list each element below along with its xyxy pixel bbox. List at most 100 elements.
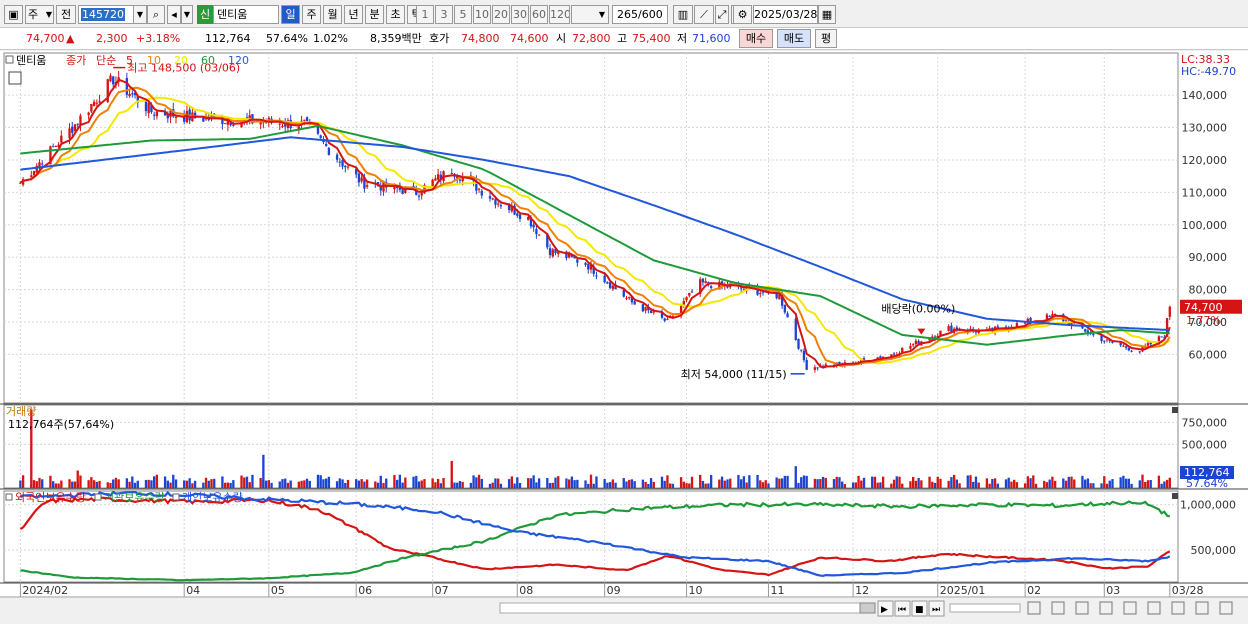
volume-bar [862, 477, 866, 488]
indicator-icon[interactable]: ⟋ [694, 5, 714, 24]
volume-bar [879, 482, 882, 488]
period-tab[interactable]: 월 [323, 5, 342, 24]
volume-bar [977, 482, 980, 488]
sell-button[interactable]: 매도 [777, 29, 811, 48]
volume-bar [174, 479, 178, 488]
volume-bar [996, 483, 999, 488]
candle-body [319, 135, 322, 138]
interval-tab[interactable]: 30 [511, 5, 529, 24]
volume-bar [958, 483, 961, 488]
volume-bar [816, 479, 819, 488]
candle-body [450, 173, 453, 175]
interval-tab[interactable]: 10 [473, 5, 491, 24]
volume-bar [423, 479, 426, 488]
volume-bar [535, 482, 538, 488]
volume-bar [567, 479, 571, 488]
period-tab[interactable]: 일 [281, 5, 300, 24]
volume-bar [469, 482, 473, 488]
volume-bar [1138, 480, 1141, 488]
history-dropdown[interactable]: ▼ [181, 5, 193, 24]
volume-bar [57, 483, 60, 488]
volume-bar [172, 474, 175, 488]
volume-bar [1032, 475, 1035, 488]
volume-bar [974, 476, 978, 488]
volume-bar [633, 481, 636, 488]
volume-bar [54, 483, 58, 488]
volume-bar [1010, 481, 1013, 488]
interval-tab[interactable]: 60 [530, 5, 548, 24]
interval-tab[interactable]: 120 [549, 5, 570, 24]
volume-bar [21, 475, 25, 488]
candle-body [644, 307, 647, 311]
volume-bar [939, 478, 942, 488]
volume-bar [1067, 476, 1070, 488]
volume-bar [458, 480, 462, 488]
volume-bar [1124, 478, 1128, 488]
volume-bar [213, 478, 216, 488]
volume-bar [51, 481, 55, 488]
date-field[interactable]: 2025/03/28 [753, 5, 818, 24]
open-price: 72,800 [572, 32, 611, 45]
volume-bar [341, 479, 344, 488]
interval-tab[interactable]: 3 [435, 5, 453, 24]
prev-button[interactable]: 전 [56, 5, 76, 24]
mode-label: 주 [28, 8, 39, 21]
volume-bar [415, 475, 418, 488]
volume-bar [270, 482, 273, 488]
stock-name-field[interactable]: 덴티움 [213, 5, 279, 24]
volume-bar [319, 475, 322, 488]
volume-bar [73, 481, 77, 488]
volume-bar [764, 480, 767, 488]
grid-toggle-icon [8, 71, 22, 85]
stock-chart[interactable]: 2024/02 04 05 06 07 08 09 10 11 12 2025/01 02 03 03/2… [0, 51, 1248, 621]
volume-bar [38, 477, 41, 488]
volume-bar [748, 475, 751, 488]
volume-bar [497, 478, 500, 488]
candle-body [109, 75, 112, 82]
volume-bar [1111, 479, 1114, 488]
volume-bar [248, 482, 251, 488]
x-tick-label: 03 [1106, 584, 1120, 597]
calendar-icon[interactable]: ▦ [818, 5, 836, 24]
period-tab[interactable]: 분 [365, 5, 384, 24]
interval-tab[interactable]: 20 [492, 5, 510, 24]
period-tab[interactable]: 초 [386, 5, 405, 24]
volume-bar [912, 476, 915, 488]
zoom-icon[interactable]: ⤢ [715, 5, 729, 24]
legend-method: 단순 [96, 54, 116, 67]
volume-bar [404, 477, 407, 488]
search-icon[interactable]: ⌕ [147, 5, 165, 24]
mode-select[interactable]: 주 ▼ [25, 5, 54, 24]
volume-bar [819, 479, 822, 488]
candle-type-icon[interactable]: ▥ [673, 5, 693, 24]
low-price: 71,600 [692, 32, 731, 45]
volume-bar [742, 476, 746, 488]
stock-code-input[interactable]: 145720 [78, 5, 134, 24]
volume-bar [614, 482, 617, 488]
buy-button[interactable]: 매수 [739, 29, 773, 48]
volume-bar [800, 477, 803, 488]
candle-body [325, 143, 328, 146]
eval-button[interactable]: 평 [815, 29, 837, 48]
interval-dropdown[interactable]: ▼ [571, 5, 609, 24]
interval-tab[interactable]: 1 [416, 5, 434, 24]
settings-icon[interactable]: ⚙ [733, 5, 752, 24]
candle-body [988, 328, 991, 330]
volume-bar [19, 480, 22, 488]
period-tab[interactable]: 주 [302, 5, 321, 24]
candle-body [305, 117, 309, 122]
volume-bar [300, 480, 303, 488]
high-annotation: 최고 148,500 (03/06) [127, 62, 240, 75]
layout-icon[interactable]: ▣ [4, 5, 23, 24]
volume-bar [128, 481, 131, 488]
volume-bar [379, 475, 382, 488]
x-tick-label: 05 [271, 584, 285, 597]
volume-bar [1023, 483, 1027, 488]
interval-tab[interactable]: 5 [454, 5, 472, 24]
volume-bar [606, 482, 609, 488]
code-dropdown-button[interactable]: ▼ [133, 5, 147, 24]
price-tick-label: 120,000 [1182, 154, 1228, 167]
count-field[interactable]: 265/600 [612, 5, 668, 24]
speaker-icon[interactable]: ◂ [167, 5, 181, 24]
period-tab[interactable]: 년 [344, 5, 363, 24]
